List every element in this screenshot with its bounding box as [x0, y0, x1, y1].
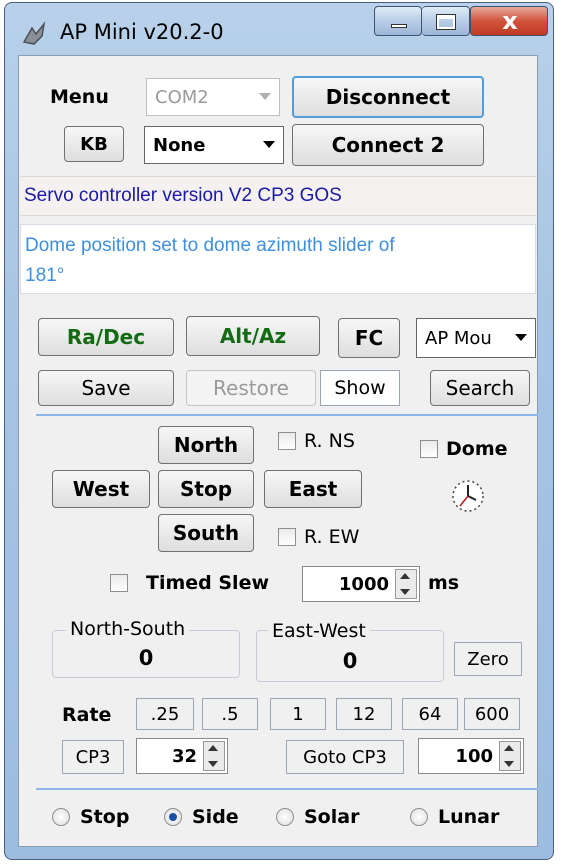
- tracking-lunar-label: Lunar: [438, 806, 500, 828]
- app-icon: [20, 20, 48, 48]
- none-select[interactable]: None: [144, 126, 284, 164]
- disconnect-button[interactable]: Disconnect: [292, 76, 484, 118]
- maximize-button[interactable]: [422, 6, 470, 36]
- spinner-arrows-icon[interactable]: [203, 741, 225, 771]
- spinner-arrows-icon[interactable]: [395, 569, 417, 599]
- timed-slew-checkbox[interactable]: [110, 574, 128, 592]
- cp3-stepper[interactable]: 32: [136, 738, 228, 774]
- mount-select[interactable]: AP Mou: [416, 318, 536, 358]
- tracking-solar-radio[interactable]: [276, 808, 294, 826]
- rate-option[interactable]: .5: [202, 698, 258, 730]
- search-button[interactable]: Search: [430, 370, 530, 406]
- timed-slew-value: 1000: [338, 573, 389, 595]
- fc-button[interactable]: FC: [338, 318, 400, 358]
- rns-label: R. NS: [304, 430, 355, 452]
- north-button[interactable]: North: [158, 426, 254, 464]
- rns-checkbox[interactable]: [278, 432, 296, 450]
- menu-label[interactable]: Menu: [50, 82, 109, 112]
- tracking-side-radio[interactable]: [164, 808, 182, 826]
- window-title: AP Mini v20.2-0: [60, 20, 224, 44]
- timed-slew-stepper[interactable]: 1000: [302, 566, 420, 602]
- altaz-button[interactable]: Alt/Az: [186, 316, 320, 356]
- tracking-stop-radio[interactable]: [52, 808, 70, 826]
- close-button[interactable]: x: [470, 6, 548, 36]
- cp3-label[interactable]: CP3: [62, 740, 124, 774]
- restore-button[interactable]: Restore: [186, 370, 316, 406]
- separator: [36, 788, 538, 790]
- north-south-label: North-South: [66, 618, 190, 640]
- dome-checkbox[interactable]: [420, 440, 438, 458]
- tracking-stop-label: Stop: [80, 806, 130, 828]
- goto-cp3-label[interactable]: Goto CP3: [286, 740, 404, 774]
- chevron-down-icon: [263, 141, 275, 148]
- west-button[interactable]: West: [52, 470, 150, 508]
- rate-label: Rate: [62, 704, 112, 726]
- mount-value: AP Mou: [425, 327, 492, 349]
- status-message-2: Dome position set to dome azimuth slider…: [20, 224, 536, 294]
- east-button[interactable]: East: [264, 470, 362, 508]
- stop-button[interactable]: Stop: [158, 470, 254, 508]
- status-message-1: Servo controller version V2 CP3 GOS: [20, 176, 536, 216]
- rew-label: R. EW: [304, 526, 360, 548]
- minimize-icon: [391, 24, 407, 28]
- maximize-icon: [436, 14, 456, 30]
- south-button[interactable]: South: [158, 514, 254, 552]
- clock-icon: [450, 478, 486, 514]
- tracking-solar-label: Solar: [304, 806, 360, 828]
- cp3-value: 32: [171, 745, 197, 767]
- close-icon: x: [502, 7, 518, 35]
- north-south-value: 0: [138, 646, 154, 670]
- radec-button[interactable]: Ra/Dec: [38, 318, 174, 356]
- rate-option[interactable]: 1: [270, 698, 326, 730]
- com-port-value: COM2: [155, 86, 209, 108]
- rate-option[interactable]: .25: [136, 698, 194, 730]
- tracking-lunar-radio[interactable]: [410, 808, 428, 826]
- tracking-side-label: Side: [192, 806, 239, 828]
- com-port-select[interactable]: COM2: [146, 78, 280, 116]
- dome-label: Dome: [446, 438, 508, 460]
- goto-cp3-stepper[interactable]: 100: [418, 738, 524, 774]
- zero-button[interactable]: Zero: [454, 642, 522, 676]
- kb-button[interactable]: KB: [64, 126, 124, 162]
- goto-cp3-value: 100: [455, 745, 493, 767]
- chevron-down-icon: [515, 334, 527, 341]
- rate-option[interactable]: 12: [336, 698, 392, 730]
- chevron-down-icon: [259, 93, 271, 100]
- rate-option[interactable]: 600: [464, 698, 520, 730]
- minimize-button[interactable]: [374, 6, 422, 36]
- rate-option[interactable]: 64: [402, 698, 458, 730]
- east-west-label: East-West: [268, 620, 370, 642]
- timed-slew-label: Timed Slew: [146, 572, 270, 594]
- connect-2-button[interactable]: Connect 2: [292, 124, 484, 166]
- rew-checkbox[interactable]: [278, 528, 296, 546]
- timed-slew-unit: ms: [428, 572, 460, 594]
- spinner-arrows-icon[interactable]: [499, 741, 521, 771]
- show-button[interactable]: Show: [320, 370, 400, 406]
- east-west-value: 0: [342, 649, 358, 673]
- save-button[interactable]: Save: [38, 370, 174, 406]
- none-value: None: [153, 134, 206, 156]
- separator: [36, 414, 538, 416]
